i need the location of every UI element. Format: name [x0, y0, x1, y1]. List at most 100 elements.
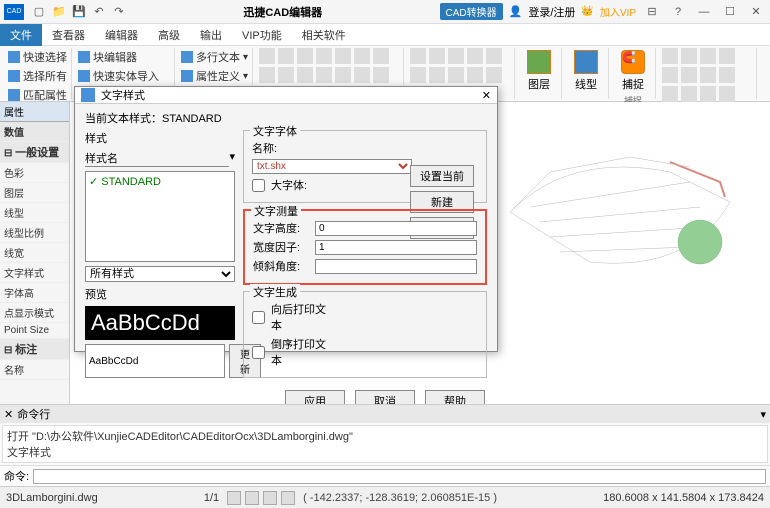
- modify-icon[interactable]: [467, 67, 483, 83]
- status-icon[interactable]: [281, 491, 295, 505]
- edit-icon[interactable]: [700, 86, 716, 102]
- draw-icon[interactable]: [354, 48, 370, 64]
- draw-icon[interactable]: [259, 48, 275, 64]
- cmd-close-icon[interactable]: ✕: [4, 408, 13, 421]
- panel-dimension[interactable]: ⊟ 标注: [0, 339, 69, 360]
- settings-icon[interactable]: ⊟: [642, 5, 662, 18]
- style-filter-select[interactable]: 所有样式: [85, 266, 235, 282]
- font-select[interactable]: txt.shx: [252, 159, 412, 174]
- draw-icon[interactable]: [297, 67, 313, 83]
- status-icon[interactable]: [245, 491, 259, 505]
- save-icon[interactable]: 💾: [72, 5, 86, 19]
- modify-icon[interactable]: [429, 48, 445, 64]
- panel-tab-properties[interactable]: 属性: [0, 102, 69, 122]
- set-current-button[interactable]: 设置当前: [410, 165, 474, 187]
- quick-select[interactable]: 快速选择: [8, 48, 67, 66]
- draw-icon[interactable]: [373, 48, 389, 64]
- edit-icon[interactable]: [681, 67, 697, 83]
- layer-button[interactable]: 图层: [521, 48, 557, 94]
- modify-icon[interactable]: [486, 67, 502, 83]
- edit-icon[interactable]: [700, 48, 716, 64]
- style-item-standard[interactable]: ✓ STANDARD: [88, 174, 232, 189]
- tab-advanced[interactable]: 高级: [148, 24, 190, 46]
- draw-icon[interactable]: [278, 48, 294, 64]
- snap-button[interactable]: 🧲捕捉: [615, 48, 651, 94]
- draw-icon[interactable]: [335, 67, 351, 83]
- height-input[interactable]: [315, 221, 477, 236]
- prop-textstyle[interactable]: 文字样式: [0, 263, 69, 283]
- prop-fontheight[interactable]: 字体高: [0, 283, 69, 303]
- draw-icon[interactable]: [316, 48, 332, 64]
- edit-icon[interactable]: [681, 48, 697, 64]
- tab-related[interactable]: 相关软件: [292, 24, 356, 46]
- user-icon[interactable]: 👤: [509, 5, 523, 18]
- modify-icon[interactable]: [448, 48, 464, 64]
- draw-icon[interactable]: [373, 67, 389, 83]
- prop-linetype[interactable]: 线型: [0, 203, 69, 223]
- minimize-button[interactable]: —: [694, 6, 714, 18]
- dialog-titlebar[interactable]: 文字样式 ✕: [75, 87, 497, 104]
- status-icon[interactable]: [227, 491, 241, 505]
- edit-icon[interactable]: [681, 86, 697, 102]
- preview-input[interactable]: [85, 344, 225, 378]
- modify-icon[interactable]: [410, 48, 426, 64]
- upside-checkbox[interactable]: [252, 346, 265, 359]
- modify-icon[interactable]: [448, 67, 464, 83]
- prop-ltscale[interactable]: 线型比例: [0, 223, 69, 243]
- attr-def[interactable]: 属性定义 ▾: [181, 67, 248, 85]
- dialog-close-icon[interactable]: ✕: [482, 89, 491, 102]
- block-editor[interactable]: 块编辑器: [78, 48, 170, 66]
- panel-general[interactable]: ⊟ 一般设置: [0, 142, 69, 163]
- modify-icon[interactable]: [486, 48, 502, 64]
- draw-icon[interactable]: [354, 67, 370, 83]
- edit-icon[interactable]: [719, 48, 735, 64]
- backward-checkbox[interactable]: [252, 311, 265, 324]
- close-button[interactable]: ✕: [746, 5, 766, 18]
- prop-color[interactable]: 色彩: [0, 163, 69, 183]
- tab-vip[interactable]: VIP功能: [232, 24, 292, 46]
- maximize-button[interactable]: ☐: [720, 5, 740, 18]
- edit-icon[interactable]: [700, 67, 716, 83]
- width-input[interactable]: [315, 240, 477, 255]
- modify-icon[interactable]: [410, 67, 426, 83]
- bigfont-checkbox[interactable]: [252, 179, 265, 192]
- modify-icon[interactable]: [467, 48, 483, 64]
- draw-icon[interactable]: [297, 48, 313, 64]
- draw-icon[interactable]: [335, 48, 351, 64]
- tab-output[interactable]: 输出: [190, 24, 232, 46]
- login-link[interactable]: 登录/注册: [528, 4, 575, 20]
- linetype-button[interactable]: 线型: [568, 48, 604, 94]
- style-list[interactable]: ✓ STANDARD: [85, 171, 235, 262]
- edit-icon[interactable]: [662, 48, 678, 64]
- edit-icon[interactable]: [662, 67, 678, 83]
- edit-icon[interactable]: [719, 67, 735, 83]
- draw-icon[interactable]: [316, 67, 332, 83]
- cmd-dropdown-icon[interactable]: ▾: [760, 408, 766, 421]
- sort-icon[interactable]: ▾: [229, 150, 235, 167]
- prop-pointmode[interactable]: 点显示模式: [0, 303, 69, 323]
- prop-lineweight[interactable]: 线宽: [0, 243, 69, 263]
- cad-converter-button[interactable]: CAD转换器: [440, 3, 503, 20]
- vip-link[interactable]: 加入VIP: [600, 4, 636, 19]
- prop-pointsize[interactable]: Point Size: [0, 323, 69, 339]
- redo-icon[interactable]: ↷: [112, 5, 126, 19]
- edit-icon[interactable]: [662, 86, 678, 102]
- multiline-text[interactable]: 多行文本 ▾: [181, 48, 248, 66]
- modify-icon[interactable]: [429, 67, 445, 83]
- tab-view[interactable]: 查看器: [42, 24, 95, 46]
- draw-icon[interactable]: [278, 67, 294, 83]
- status-icon[interactable]: [263, 491, 277, 505]
- oblique-input[interactable]: [315, 259, 477, 274]
- prop-layer[interactable]: 图层: [0, 183, 69, 203]
- tab-editor[interactable]: 编辑器: [95, 24, 148, 46]
- new-icon[interactable]: ▢: [32, 5, 46, 19]
- command-input[interactable]: [33, 469, 766, 484]
- prop-name[interactable]: 名称: [0, 360, 69, 380]
- help-icon[interactable]: ?: [668, 6, 688, 18]
- open-icon[interactable]: 📁: [52, 5, 66, 19]
- select-all[interactable]: 选择所有: [8, 67, 67, 85]
- entity-import[interactable]: 快速实体导入: [78, 67, 170, 85]
- tab-file[interactable]: 文件: [0, 24, 42, 46]
- draw-icon[interactable]: [259, 67, 275, 83]
- edit-icon[interactable]: [719, 86, 735, 102]
